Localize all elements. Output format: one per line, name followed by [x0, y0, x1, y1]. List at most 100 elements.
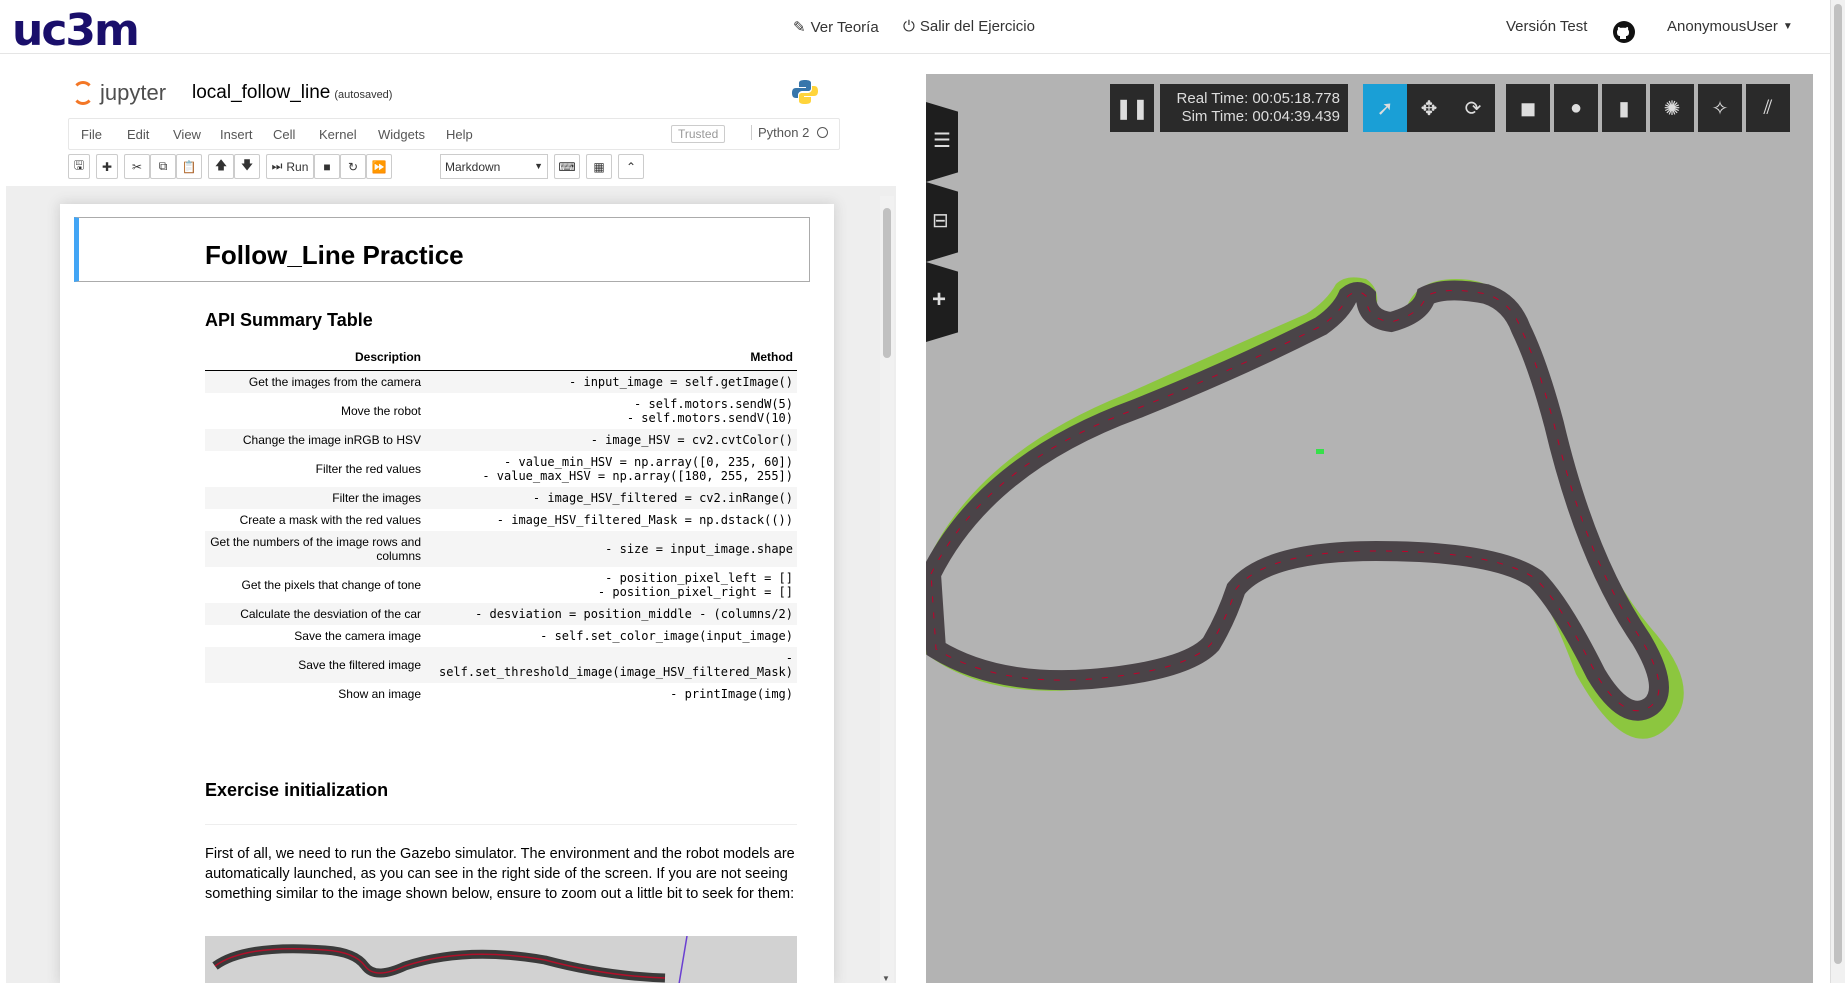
menu-view[interactable]: View: [173, 127, 201, 142]
restart-button[interactable]: ↻: [340, 154, 366, 179]
description-header: Description: [205, 344, 425, 371]
tree-icon: ⊟: [932, 210, 949, 232]
insert-tab[interactable]: +: [926, 262, 958, 342]
calculator-button[interactable]: ▦: [586, 154, 612, 179]
jupyter-header: jupyter local_follow_line (autosaved) Fil…: [6, 62, 896, 186]
paste-button[interactable]: 📋: [176, 154, 202, 179]
step-forward-icon: ⏭: [271, 159, 283, 173]
command-palette-button[interactable]: ⌨: [554, 154, 580, 179]
row-description: Save the filtered image: [205, 647, 425, 683]
kernel-indicator[interactable]: Python 2: [751, 125, 829, 140]
notebook-title[interactable]: local_follow_line: [192, 82, 330, 103]
gazebo-viewport[interactable]: ☰ ⊟ + ❚❚ Real Time: 00:05:18.778 Sim Tim…: [926, 74, 1813, 983]
paste-icon: 📋: [181, 159, 197, 174]
real-time-readout: Real Time: 00:05:18.778: [1176, 90, 1340, 107]
row-description: Get the images from the camera: [205, 370, 425, 393]
table-row: Save the filtered image - self.set_thresh…: [205, 647, 797, 683]
row-method: - position_pixel_left = [] - position_pi…: [597, 571, 793, 599]
uc3m-logo[interactable]: uc3m: [12, 8, 140, 54]
point-light-button[interactable]: ✺: [1650, 84, 1694, 132]
spot-light-button[interactable]: ✧: [1698, 84, 1742, 132]
insert-cell-button[interactable]: ✚: [96, 154, 118, 179]
row-description: Calculate the desviation of the car: [205, 603, 425, 625]
row-description: Change the image inRGB to HSV: [205, 429, 425, 451]
menu-edit[interactable]: Edit: [127, 127, 149, 142]
menu-tab[interactable]: ☰: [926, 102, 958, 182]
run-label: Run: [286, 159, 309, 174]
menu-cell[interactable]: Cell: [273, 127, 295, 142]
api-summary-table: Description Method Get the images from t…: [205, 344, 797, 705]
pause-icon: ❚❚: [1115, 97, 1149, 120]
ver-teoria-link[interactable]: ✎ Ver Teoría: [793, 18, 879, 37]
menu-help[interactable]: Help: [446, 127, 473, 142]
table-row: Get the numbers of the image rows and co…: [205, 531, 797, 567]
save-button[interactable]: 🖫: [68, 154, 90, 179]
autosave-status: (autosaved): [334, 89, 393, 101]
row-method: - desviation = position_middle - (column…: [425, 603, 797, 625]
select-caret-icon: ▼: [534, 161, 543, 171]
table-row: Move the robot - self.motors.sendW(5) - s…: [205, 393, 797, 429]
version-test-link[interactable]: Versión Test: [1506, 18, 1587, 35]
menu-kernel[interactable]: Kernel: [319, 127, 357, 142]
robot-car-marker[interactable]: [1316, 449, 1324, 454]
jupyter-ring-icon: [72, 81, 94, 105]
cut-button[interactable]: ✂: [124, 154, 150, 179]
method-header: Method: [425, 344, 797, 371]
move-down-button[interactable]: 🡇: [234, 154, 260, 179]
api-summary-heading: API Summary Table: [205, 310, 373, 330]
interrupt-button[interactable]: ■: [314, 154, 340, 179]
row-method: - size = input_image.shape: [425, 531, 797, 567]
table-row: Calculate the desviation of the car - des…: [205, 603, 797, 625]
menu-insert[interactable]: Insert: [220, 127, 253, 142]
notebook-title-heading: Follow_Line Practice: [205, 240, 464, 270]
github-icon[interactable]: [1612, 20, 1636, 44]
collapse-header-button[interactable]: ⌃: [618, 154, 644, 179]
page-scrollbar[interactable]: [1830, 0, 1845, 983]
table-row: Filter the red values - value_min_HSV = n…: [205, 451, 797, 487]
copy-button[interactable]: ⧉: [150, 154, 176, 179]
cursor-icon: ➚: [1376, 97, 1394, 120]
salir-ejercicio-link[interactable]: ⏻ Salir del Ejercicio: [903, 18, 1035, 35]
translate-mode-button[interactable]: ✥: [1407, 84, 1451, 132]
table-row: Show an image - printImage(img): [205, 683, 797, 705]
row-description: Get the numbers of the image rows and co…: [205, 531, 425, 567]
pause-button[interactable]: ❚❚: [1110, 84, 1154, 132]
table-row: Get the pixels that change of tone - posi…: [205, 567, 797, 603]
notebook-scrollbar[interactable]: ▼: [880, 196, 894, 983]
circuit-3d-scene[interactable]: [926, 74, 1813, 983]
jupyter-menubar: File Edit View Insert Cell Kernel Widget…: [68, 118, 840, 150]
notebook-name[interactable]: local_follow_line (autosaved): [192, 82, 392, 104]
table-row: Save the camera image - self.set_color_im…: [205, 625, 797, 647]
table-row: Create a mask with the red values - image…: [205, 509, 797, 531]
divider: [205, 824, 797, 825]
chevron-up-icon: ⌃: [625, 159, 637, 174]
arrow-down-icon: 🡇: [240, 158, 254, 172]
rotate-mode-button[interactable]: ⟳: [1451, 84, 1495, 132]
run-button[interactable]: ⏭ Run: [266, 154, 314, 179]
scroll-down-arrow-icon[interactable]: ▼: [882, 974, 890, 983]
row-description: Create a mask with the red values: [239, 513, 421, 527]
sim-time-readout: Sim Time: 00:04:39.439: [1181, 108, 1340, 125]
jupyter-logo[interactable]: jupyter: [72, 80, 166, 106]
menu-file[interactable]: File: [81, 127, 102, 142]
restart-run-all-button[interactable]: ⏩: [366, 154, 392, 179]
page-scrollbar-thumb[interactable]: [1834, 4, 1842, 964]
tree-tab[interactable]: ⊟: [926, 182, 958, 262]
cell-type-select[interactable]: Markdown ▼: [440, 154, 548, 179]
notebook-page: Follow_Line Practice API Summary Table D…: [60, 204, 834, 983]
table-header-row: Description Method: [205, 344, 797, 371]
calculator-icon: ▦: [593, 159, 605, 174]
row-method: - self.motors.sendW(5) - self.motors.sen…: [626, 397, 793, 425]
user-dropdown[interactable]: AnonymousUser ▼: [1667, 18, 1793, 35]
trusted-badge[interactable]: Trusted: [671, 125, 726, 143]
cylinder-shape-button[interactable]: ▮: [1602, 84, 1646, 132]
menu-widgets[interactable]: Widgets: [378, 127, 425, 142]
box-shape-button[interactable]: ◼: [1506, 84, 1550, 132]
notebook-scrollbar-thumb[interactable]: [883, 208, 891, 358]
directional-light-button[interactable]: ⫽: [1746, 84, 1790, 132]
row-method: - image_HSV_filtered = cv2.inRange(): [425, 487, 797, 509]
move-up-button[interactable]: 🡅: [208, 154, 234, 179]
sphere-shape-button[interactable]: ●: [1554, 84, 1598, 132]
row-description: Filter the red values: [315, 462, 421, 476]
select-mode-button[interactable]: ➚: [1363, 84, 1407, 132]
